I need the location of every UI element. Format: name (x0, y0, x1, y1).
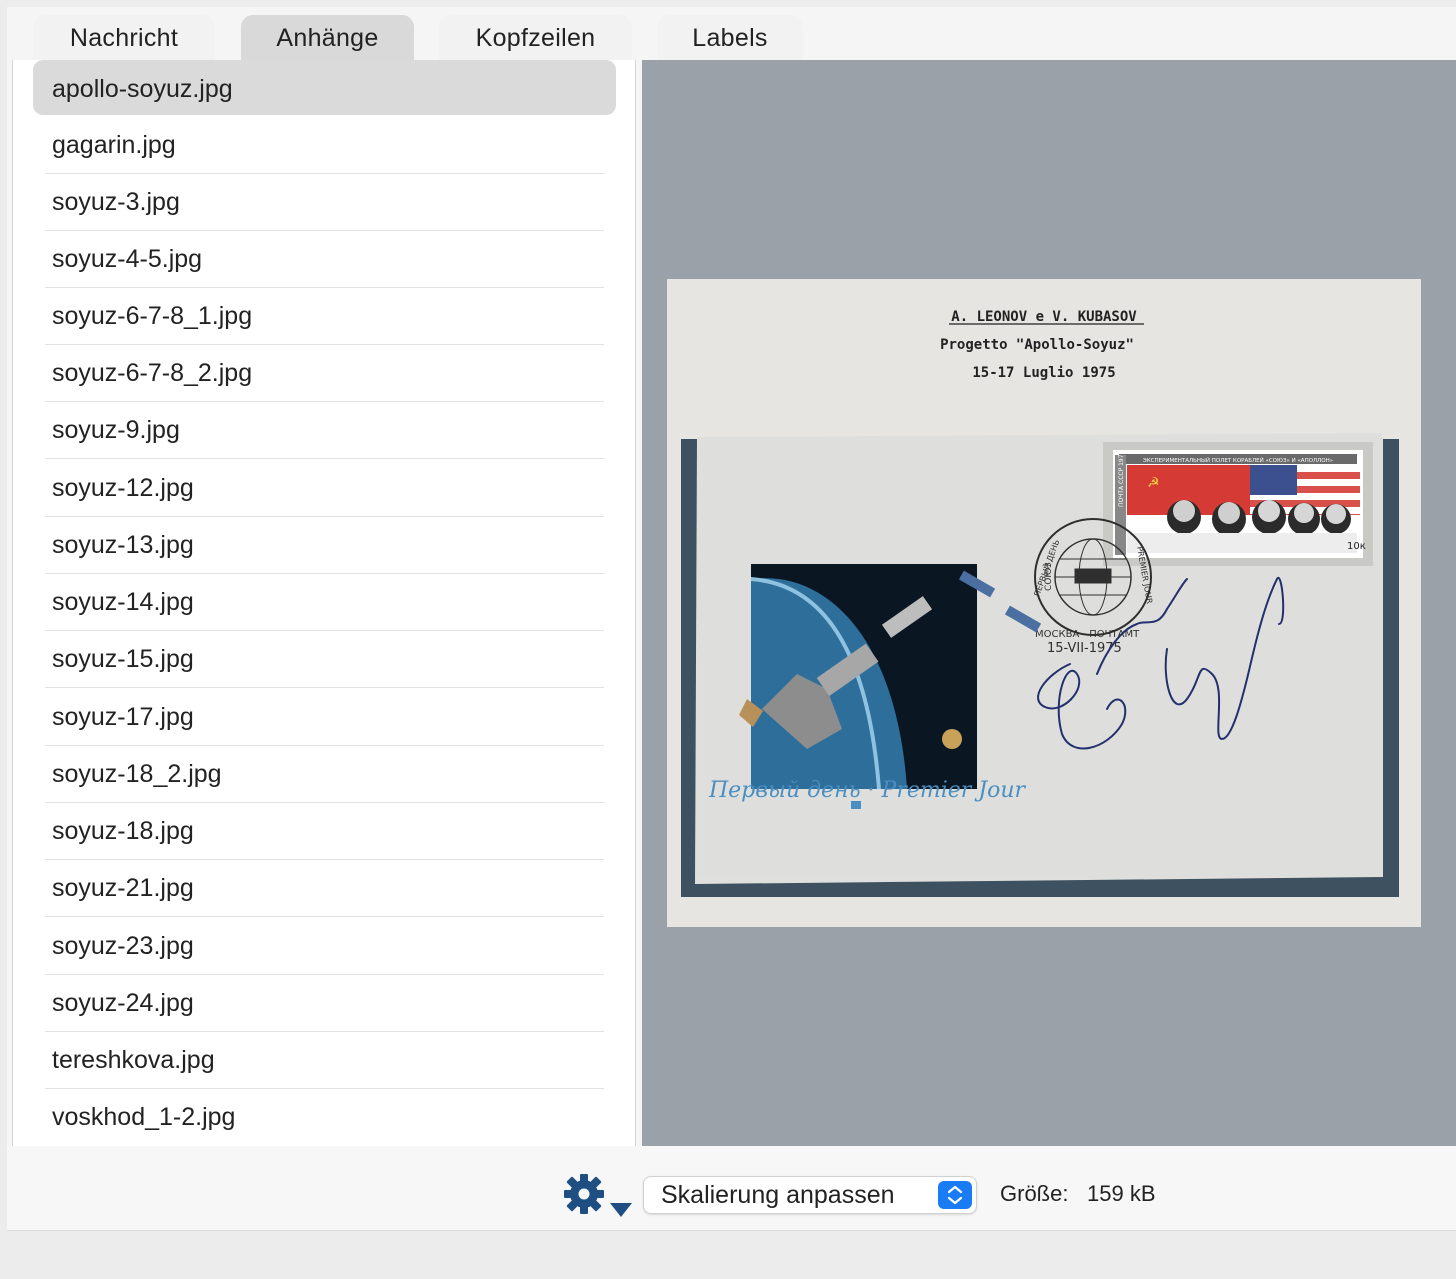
chevron-updown-icon (938, 1181, 972, 1209)
attachment-item[interactable]: soyuz-21.jpg (45, 860, 604, 917)
attachment-item[interactable]: voskhod_1-2.jpg (45, 1089, 604, 1146)
attachment-item[interactable]: soyuz-3.jpg (45, 174, 604, 231)
stamp-country: ПОЧТА СССР 1975 (1118, 450, 1125, 507)
attachment-item[interactable]: soyuz-13.jpg (45, 517, 604, 574)
scale-select-label: Skalierung anpassen (661, 1181, 895, 1209)
bottom-toolbar: Skalierung anpassen Größe: 159 kB (7, 1146, 1456, 1231)
attachment-item-selected[interactable]: apollo-soyuz.jpg (33, 60, 616, 115)
caption-line2: Progetto "Apollo-Soyuz" (940, 337, 1134, 353)
stamp-value: 10к (1347, 541, 1366, 552)
size-value: 159 kB (1087, 1181, 1156, 1206)
svg-text:☭: ☭ (1147, 475, 1160, 491)
attachment-item[interactable]: soyuz-6-7-8_1.jpg (45, 288, 604, 345)
attachment-item[interactable]: soyuz-23.jpg (45, 918, 604, 975)
postmark-emblem: СОЮЗ (1044, 562, 1054, 591)
tab-kopfzeilen[interactable]: Kopfzeilen (439, 15, 632, 60)
attachment-item[interactable]: soyuz-4-5.jpg (45, 231, 604, 288)
attachment-item[interactable]: soyuz-14.jpg (45, 574, 604, 631)
tab-anhaenge[interactable]: Anhänge (241, 15, 414, 60)
status-bar (7, 1231, 1456, 1279)
attachment-item[interactable]: soyuz-9.jpg (45, 402, 604, 459)
attachment-photo: A. LEONOV e V. KUBASOV Progetto "Apollo-… (667, 279, 1421, 927)
caption-line3: 15-17 Luglio 1975 (972, 365, 1115, 381)
tab-labels[interactable]: Labels (657, 15, 803, 60)
attachment-item[interactable]: soyuz-17.jpg (45, 689, 604, 746)
envelope-script: Первый день · Premier Jour (708, 778, 1027, 803)
attachment-item[interactable]: soyuz-24.jpg (45, 975, 604, 1032)
stamp-header: ЭКСПЕРИМЕНТАЛЬНЫЙ ПОЛЕТ КОРАБЛЕЙ «СОЮЗ» … (1143, 457, 1333, 464)
tab-nachricht[interactable]: Nachricht (33, 15, 215, 60)
tab-bar: Nachricht Anhänge Kopfzeilen Labels (7, 7, 1456, 60)
attachment-item[interactable]: soyuz-12.jpg (45, 460, 604, 517)
attachment-item[interactable]: soyuz-18.jpg (45, 803, 604, 860)
attachment-list[interactable]: apollo-soyuz.jpg gagarin.jpg soyuz-3.jpg… (12, 60, 636, 1147)
caption-line1: A. LEONOV e V. KUBASOV (951, 309, 1137, 325)
gear-icon[interactable] (563, 1173, 635, 1217)
scale-select[interactable]: Skalierung anpassen (643, 1176, 977, 1214)
attachment-item[interactable]: gagarin.jpg (45, 117, 604, 174)
attachment-item[interactable]: soyuz-6-7-8_2.jpg (45, 345, 604, 402)
size-label: Größe: (1000, 1181, 1069, 1206)
attachment-item[interactable]: soyuz-15.jpg (45, 631, 604, 688)
attachment-item[interactable]: soyuz-18_2.jpg (45, 746, 604, 803)
window: Nachricht Anhänge Kopfzeilen Labels apol… (7, 7, 1456, 1279)
image-preview: A. LEONOV e V. KUBASOV Progetto "Apollo-… (642, 60, 1456, 1146)
attachment-item[interactable]: tereshkova.jpg (45, 1032, 604, 1089)
